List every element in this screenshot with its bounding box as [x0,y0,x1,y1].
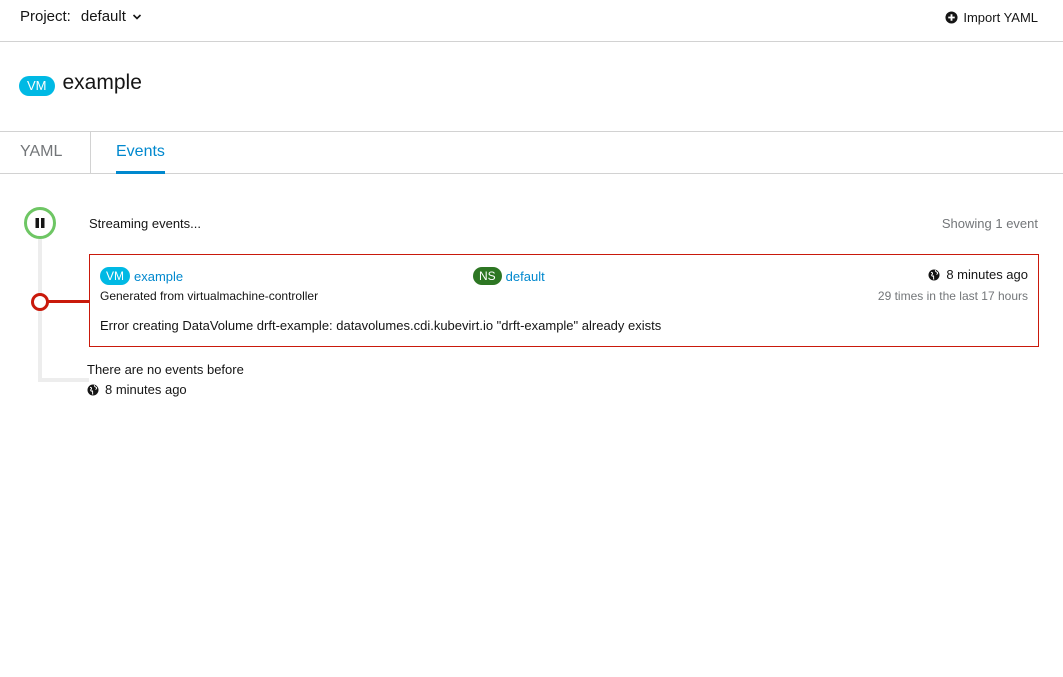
globe-icon [928,269,940,280]
timeline-end [38,378,89,382]
no-events-time-text: 8 minutes ago [105,382,187,397]
chevron-down-icon [132,13,141,20]
import-yaml-label: Import YAML [963,10,1038,25]
event-time-text: 8 minutes ago [946,267,1028,282]
event-message: Error creating DataVolume drft-example: … [100,318,662,333]
globe-icon [87,384,99,395]
project-label: Project: [20,8,71,25]
top-bar: Project: default Import YAML [0,0,1063,42]
ns-badge: NS [473,267,502,285]
event-namespace: NS default [473,267,545,285]
tab-divider [90,132,91,174]
tab-events[interactable]: Events [116,132,165,174]
event-count-summary: Showing 1 event [941,216,1038,231]
no-earlier-events-time: 8 minutes ago [87,382,187,397]
page-header: VM example [19,70,142,96]
no-earlier-events: There are no events before [87,362,244,377]
event-marker [31,293,49,311]
event-connector [46,300,90,303]
event-occurrence-count: 29 times in the last 17 hours [877,289,1028,303]
pause-icon [35,218,45,228]
page-title: example [62,71,142,94]
tab-yaml[interactable]: YAML [20,132,62,174]
event-generated-from: Generated from virtualmachine-controller [100,289,319,303]
vm-kind-badge: VM [19,76,55,96]
event-card: VM example NS default 8 minutes ago Gene… [89,254,1039,347]
streaming-status: Streaming events... [89,216,201,231]
vm-source-badge: VM [100,267,130,285]
project-value: default [80,8,126,25]
project-dropdown[interactable]: Project: default [20,8,142,25]
tab-bar: YAML Events [0,131,1063,174]
event-namespace-link[interactable]: default [506,269,545,284]
import-yaml-button[interactable]: Import YAML [945,10,1038,25]
event-source-link[interactable]: example [134,269,183,284]
plus-circle-icon [945,11,958,24]
event-source: VM example [100,267,183,285]
stream-toggle-button[interactable] [24,207,56,239]
event-timestamp: 8 minutes ago [928,267,1028,282]
